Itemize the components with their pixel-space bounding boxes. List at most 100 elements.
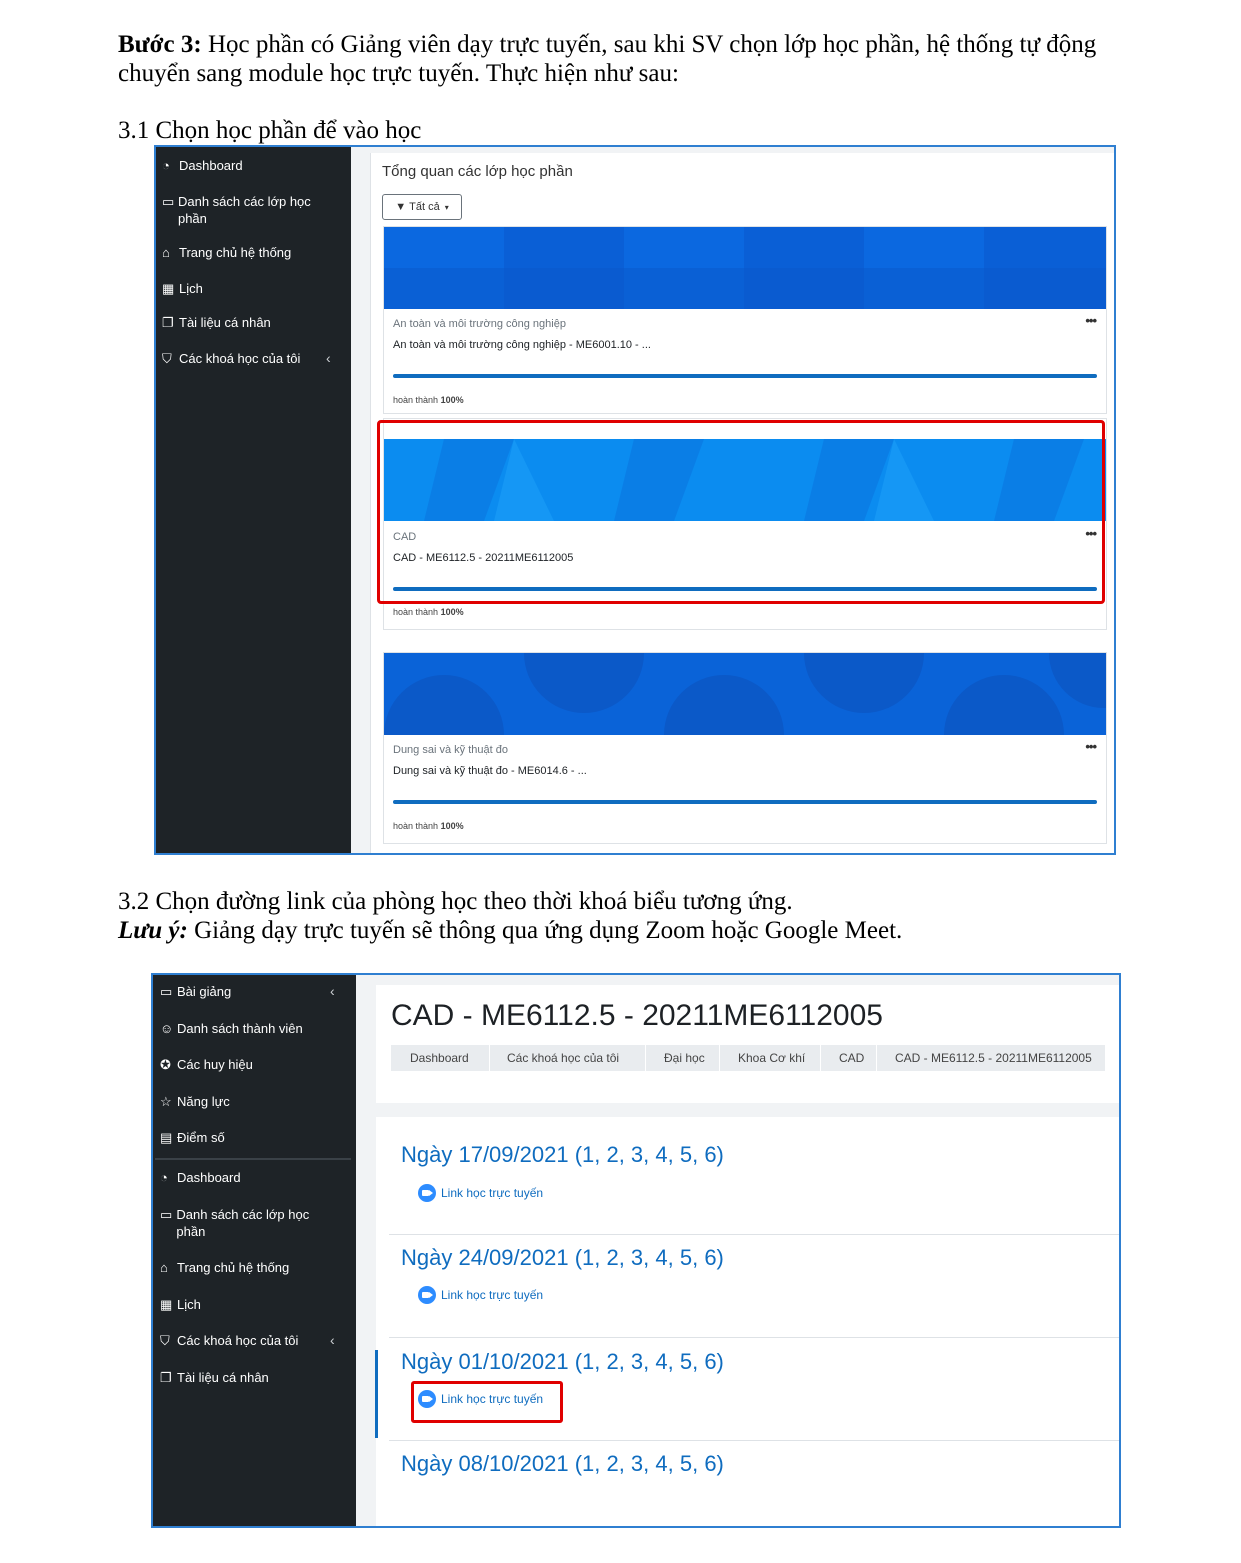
sidebar-item-label: Danh sách các lớp học phần bbox=[176, 1207, 310, 1239]
file-icon: ❐ bbox=[160, 1370, 172, 1385]
sidebar-item-home[interactable]: ⌂ Trang chủ hệ thống bbox=[162, 244, 291, 261]
sidebar-item-private-files[interactable]: ❐ Tài liệu cá nhân bbox=[162, 314, 271, 331]
progress-text: hoàn thành 100% bbox=[393, 607, 464, 617]
course-name[interactable]: An toàn và môi trường công nghiệp - ME60… bbox=[393, 339, 651, 351]
sidebar-item-calendar[interactable]: ▦ Lịch bbox=[160, 1296, 201, 1313]
breadcrumb-item[interactable]: Dashboard bbox=[410, 1045, 469, 1071]
progress-bar bbox=[393, 800, 1097, 804]
chevron-left-icon[interactable]: ‹ bbox=[326, 350, 331, 366]
course-banner bbox=[384, 653, 1106, 735]
course-name[interactable]: Dung sai và kỹ thuật đo - ME6014.6 - ... bbox=[393, 765, 587, 777]
folder-icon: ▭ bbox=[160, 1207, 173, 1222]
dashboard-icon: ◔ bbox=[160, 1170, 168, 1185]
breadcrumb-divider bbox=[645, 1045, 646, 1071]
breadcrumb-divider bbox=[719, 1045, 720, 1071]
session-date: Ngày 17/09/2021 (1, 2, 3, 4, 5, 6) bbox=[401, 1142, 724, 1167]
sidebar-item-label: Các khoá học của tôi bbox=[179, 351, 301, 366]
chevron-left-icon[interactable]: ‹ bbox=[330, 1332, 335, 1348]
section-divider bbox=[389, 1337, 1119, 1338]
sidebar-item-badges[interactable]: ✪ Các huy hiệu bbox=[160, 1056, 253, 1073]
sidebar-item-private-files[interactable]: ❐ Tài liệu cá nhân bbox=[160, 1369, 269, 1386]
file-icon: ❐ bbox=[162, 315, 174, 330]
sidebar-item-label: Bài giảng bbox=[177, 984, 232, 999]
section-2-heading: 3.2 Chọn đường link của phòng học theo t… bbox=[118, 888, 793, 915]
badge-icon: ✪ bbox=[160, 1057, 171, 1072]
step-text: Học phần có Giảng viên dạy trực tuyến, s… bbox=[118, 31, 1097, 87]
progress-label: hoàn thành bbox=[393, 395, 439, 405]
folder-icon: ▭ bbox=[160, 984, 173, 999]
course-card[interactable]: An toàn và môi trường công nghiệp An toà… bbox=[383, 226, 1107, 414]
section-divider bbox=[389, 1234, 1119, 1235]
highlight-box bbox=[377, 420, 1105, 604]
sidebar-item-grades[interactable]: ▤ Điểm số bbox=[160, 1129, 225, 1146]
course-banner-pattern bbox=[384, 653, 1106, 735]
progress-value: 100% bbox=[440, 607, 464, 617]
breadcrumb-item: CAD - ME6112.5 - 20211ME6112005 bbox=[895, 1051, 1092, 1065]
sidebar-item-participants[interactable]: ☺ Danh sách thành viên bbox=[160, 1020, 303, 1037]
star-icon: ☆ bbox=[160, 1094, 172, 1109]
breadcrumb-item[interactable]: Khoa Cơ khí bbox=[738, 1045, 805, 1071]
calendar-icon: ▦ bbox=[160, 1297, 173, 1312]
sidebar-item-my-courses[interactable]: ⛉ Các khoá học của tôi bbox=[162, 350, 300, 367]
sidebar-item-label: Danh sách thành viên bbox=[177, 1021, 303, 1036]
sidebar-item-label: Điểm số bbox=[177, 1130, 225, 1145]
sidebar-item-course-list[interactable]: ▭ Danh sách các lớp học phần bbox=[162, 193, 332, 227]
breadcrumb-item[interactable]: Các khoá học của tôi bbox=[507, 1045, 619, 1071]
sidebar-item-lectures[interactable]: ▭ Bài giảng bbox=[160, 983, 231, 1000]
link-label: Link học trực tuyến bbox=[441, 1288, 544, 1302]
course-category: An toàn và môi trường công nghiệp bbox=[393, 318, 566, 330]
current-section-marker bbox=[375, 1350, 378, 1438]
breadcrumb-item[interactable]: CAD bbox=[839, 1045, 864, 1071]
sidebar-item-label: Các huy hiệu bbox=[177, 1057, 253, 1072]
sidebar-divider bbox=[155, 1158, 351, 1160]
progress-value: 100% bbox=[440, 821, 464, 831]
course-title: CAD - ME6112.5 - 20211ME6112005 bbox=[391, 999, 883, 1032]
session-date: Ngày 01/10/2021 (1, 2, 3, 4, 5, 6) bbox=[401, 1349, 724, 1374]
sidebar-item-label: Trang chủ hệ thống bbox=[177, 1260, 290, 1275]
filter-icon: ▼ bbox=[395, 201, 407, 213]
sidebar-item-label: Dashboard bbox=[179, 158, 243, 173]
dashboard-icon: ◔ bbox=[162, 158, 170, 173]
progress-text: hoàn thành 100% bbox=[393, 821, 464, 831]
sidebar-item-label: Trang chủ hệ thống bbox=[179, 245, 292, 260]
progress-bar bbox=[393, 374, 1097, 378]
breadcrumb-item[interactable]: Đại học bbox=[664, 1045, 705, 1071]
sidebar-item-label: Năng lực bbox=[177, 1094, 230, 1109]
sidebar-item-competencies[interactable]: ☆ Năng lực bbox=[160, 1093, 230, 1110]
course-banner bbox=[384, 227, 1106, 309]
breadcrumb-divider bbox=[489, 1045, 490, 1071]
course-category: Dung sai và kỹ thuật đo bbox=[393, 744, 508, 756]
sidebar-item-dashboard[interactable]: ◔ Dashboard bbox=[160, 1169, 241, 1186]
sidebar-item-home[interactable]: ⌂ Trang chủ hệ thống bbox=[160, 1259, 289, 1276]
sidebar-item-my-courses[interactable]: ⛉ Các khoá học của tôi bbox=[160, 1332, 298, 1349]
note-label: Lưu ý: bbox=[118, 917, 188, 944]
progress-value: 100% bbox=[440, 395, 464, 405]
filter-dropdown[interactable]: ▼ Tất cả ▾ bbox=[382, 194, 462, 220]
sidebar-item-label: Lịch bbox=[177, 1297, 201, 1312]
breadcrumb-divider bbox=[876, 1045, 877, 1071]
online-class-link[interactable]: Link học trực tuyến bbox=[418, 1286, 543, 1304]
course-card[interactable]: Dung sai và kỹ thuật đo Dung sai và kỹ t… bbox=[383, 652, 1107, 844]
users-icon: ☺ bbox=[160, 1021, 174, 1036]
more-actions-icon[interactable]: ••• bbox=[1085, 739, 1097, 754]
more-actions-icon[interactable]: ••• bbox=[1085, 313, 1097, 328]
online-class-link[interactable]: Link học trực tuyến bbox=[418, 1184, 543, 1202]
zoom-icon bbox=[418, 1286, 436, 1304]
overview-heading: Tổng quan các lớp học phần bbox=[382, 163, 573, 180]
session-date: Ngày 24/09/2021 (1, 2, 3, 4, 5, 6) bbox=[401, 1245, 724, 1270]
caret-down-icon: ▾ bbox=[444, 202, 449, 212]
sidebar-item-calendar[interactable]: ▦ Lịch bbox=[162, 280, 203, 297]
progress-label: hoàn thành bbox=[393, 821, 439, 831]
zoom-icon bbox=[418, 1184, 436, 1202]
gradebook-icon: ▤ bbox=[160, 1130, 173, 1145]
sidebar-item-dashboard[interactable]: ◔ Dashboard bbox=[162, 157, 243, 174]
sidebar-item-label: Danh sách các lớp học phần bbox=[177, 194, 311, 226]
section-1-heading: 3.1 Chọn học phần để vào học bbox=[118, 117, 422, 144]
chevron-left-icon[interactable]: ‹ bbox=[330, 983, 335, 999]
breadcrumb-divider bbox=[820, 1045, 821, 1071]
sidebar-item-label: Lịch bbox=[179, 281, 203, 296]
sidebar-item-course-list[interactable]: ▭ Danh sách các lớp học phần bbox=[160, 1206, 335, 1240]
filter-label: Tất cả bbox=[409, 201, 440, 213]
course-banner-pattern bbox=[384, 227, 1106, 309]
link-label: Link học trực tuyến bbox=[441, 1186, 544, 1200]
